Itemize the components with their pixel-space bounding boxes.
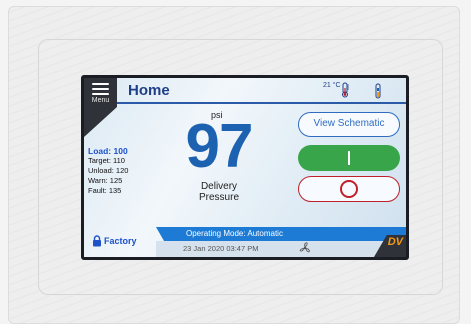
power-off-icon xyxy=(340,180,358,198)
warn-setting: Warn: 125 xyxy=(88,176,123,185)
temperature-readout: 21 °C xyxy=(323,82,341,89)
load-setting: Load: 100 xyxy=(88,146,128,156)
brand-logo-text: DV xyxy=(387,236,403,248)
start-button[interactable] xyxy=(298,145,400,171)
pressure-value: 97 xyxy=(185,112,254,181)
level-indicator-icon[interactable] xyxy=(375,83,381,99)
status-footer: 23 Jan 2020 03:47 PM DV xyxy=(156,235,406,257)
pressure-caption-line1: Delivery xyxy=(200,181,238,192)
operating-mode-bar: Operating Mode: Automatic xyxy=(156,227,406,241)
left-decoration xyxy=(84,107,117,137)
controller-screen: Menu Home 21 °C Load: 100 Target: 110 Un… xyxy=(81,75,409,260)
operating-mode-text: Operating Mode: Automatic xyxy=(186,229,283,238)
thermometer-icon[interactable] xyxy=(340,82,350,98)
title-divider xyxy=(117,102,406,104)
menu-label: Menu xyxy=(91,97,110,104)
target-setting: Target: 110 xyxy=(88,156,125,165)
hmi-display: Menu Home 21 °C Load: 100 Target: 110 Un… xyxy=(84,78,406,257)
pressure-caption: Delivery Pressure xyxy=(179,181,259,203)
fault-setting: Fault: 135 xyxy=(88,186,122,195)
menu-button[interactable]: Menu xyxy=(84,78,117,107)
hamburger-icon xyxy=(92,83,109,98)
date-time: 23 Jan 2020 03:47 PM xyxy=(183,244,259,253)
pressure-caption-line2: Pressure xyxy=(198,192,239,203)
power-on-icon xyxy=(348,151,350,165)
pressure-settings: Load: 100 Target: 110 Unload: 120 Warn: … xyxy=(88,146,128,196)
stop-button[interactable] xyxy=(298,176,400,202)
access-level-button[interactable]: Factory xyxy=(92,235,137,247)
unload-setting: Unload: 120 xyxy=(88,166,129,175)
fan-icon xyxy=(299,242,310,253)
lock-icon xyxy=(93,235,101,247)
page-title: Home xyxy=(128,82,170,99)
view-schematic-button[interactable]: View Schematic xyxy=(298,112,400,137)
